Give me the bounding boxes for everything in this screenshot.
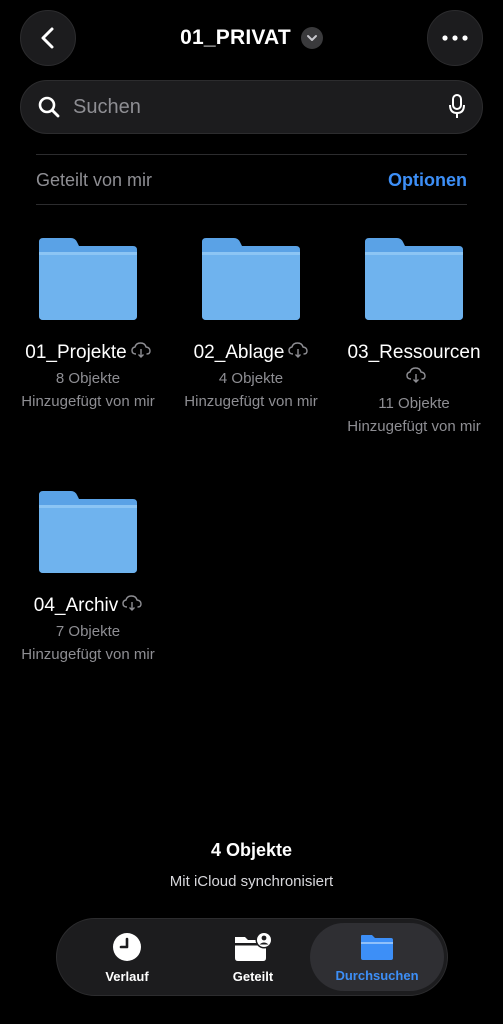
folder-added-by: Hinzugefügt von mir	[21, 393, 155, 411]
folder-count: 11 Objekte	[378, 395, 450, 413]
tab-durchsuchen[interactable]: Durchsuchen	[310, 923, 444, 991]
divider	[36, 204, 467, 205]
ellipsis-icon	[442, 35, 468, 41]
folder-item[interactable]: 02_Ablage 4 Objekte Hinzugefügt von mir	[171, 236, 331, 412]
folder-icon	[365, 238, 463, 320]
chevron-down-icon	[300, 27, 323, 49]
folder-item[interactable]: 04_Archiv 7 Objekte Hinzugefügt von mir	[8, 489, 168, 665]
folder-added-by: Hinzugefügt von mir	[184, 393, 318, 411]
section-title: Geteilt von mir	[36, 169, 153, 190]
search-icon	[38, 96, 60, 118]
shared-folder-icon	[235, 931, 273, 961]
tab-verlauf[interactable]: Verlauf	[65, 919, 189, 995]
tab-bar: Verlauf Geteilt Durchsuchen	[56, 918, 448, 996]
options-button[interactable]: Optionen	[388, 170, 467, 191]
search-bar[interactable]	[20, 80, 483, 134]
folder-count: 7 Objekte	[55, 623, 121, 641]
cloud-download-icon[interactable]	[131, 340, 151, 365]
folder-icon	[202, 238, 300, 320]
divider	[36, 154, 467, 155]
tab-geteilt[interactable]: Geteilt	[191, 919, 315, 995]
section-header: Geteilt von mir Optionen	[36, 160, 467, 200]
folder-icon	[361, 934, 393, 960]
folder-name: 04_Archiv	[18, 593, 158, 618]
sync-status: Mit iCloud synchronisiert	[169, 873, 334, 890]
microphone-icon[interactable]	[448, 94, 466, 120]
folder-name: 03_Ressourcen	[344, 340, 484, 390]
cloud-download-icon[interactable]	[122, 593, 142, 618]
more-button[interactable]	[427, 10, 483, 66]
folder-icon	[39, 491, 137, 573]
folder-item[interactable]: 03_Ressourcen 11 Objekte Hinzugefügt von…	[334, 236, 494, 437]
item-count: 4 Objekte	[210, 840, 293, 860]
folder-name: 01_Projekte	[18, 340, 158, 365]
search-input[interactable]	[71, 94, 448, 120]
folder-count: 4 Objekte	[218, 370, 284, 388]
tab-label: Durchsuchen	[335, 967, 419, 983]
folder-icon	[39, 238, 137, 320]
folder-added-by: Hinzugefügt von mir	[347, 418, 481, 436]
cloud-download-icon[interactable]	[288, 340, 309, 365]
folder-added-by: Hinzugefügt von mir	[21, 646, 155, 664]
tab-label: Verlauf	[105, 968, 149, 984]
cloud-download-icon[interactable]	[406, 365, 426, 390]
clock-icon	[113, 932, 141, 961]
tab-label: Geteilt	[232, 968, 274, 984]
page-title: 01_PRIVAT	[180, 26, 291, 49]
folder-name: 02_Ablage	[181, 340, 321, 365]
folder-item[interactable]: 01_Projekte 8 Objekte Hinzugefügt von mi…	[8, 236, 168, 412]
folder-count: 8 Objekte	[55, 370, 121, 388]
